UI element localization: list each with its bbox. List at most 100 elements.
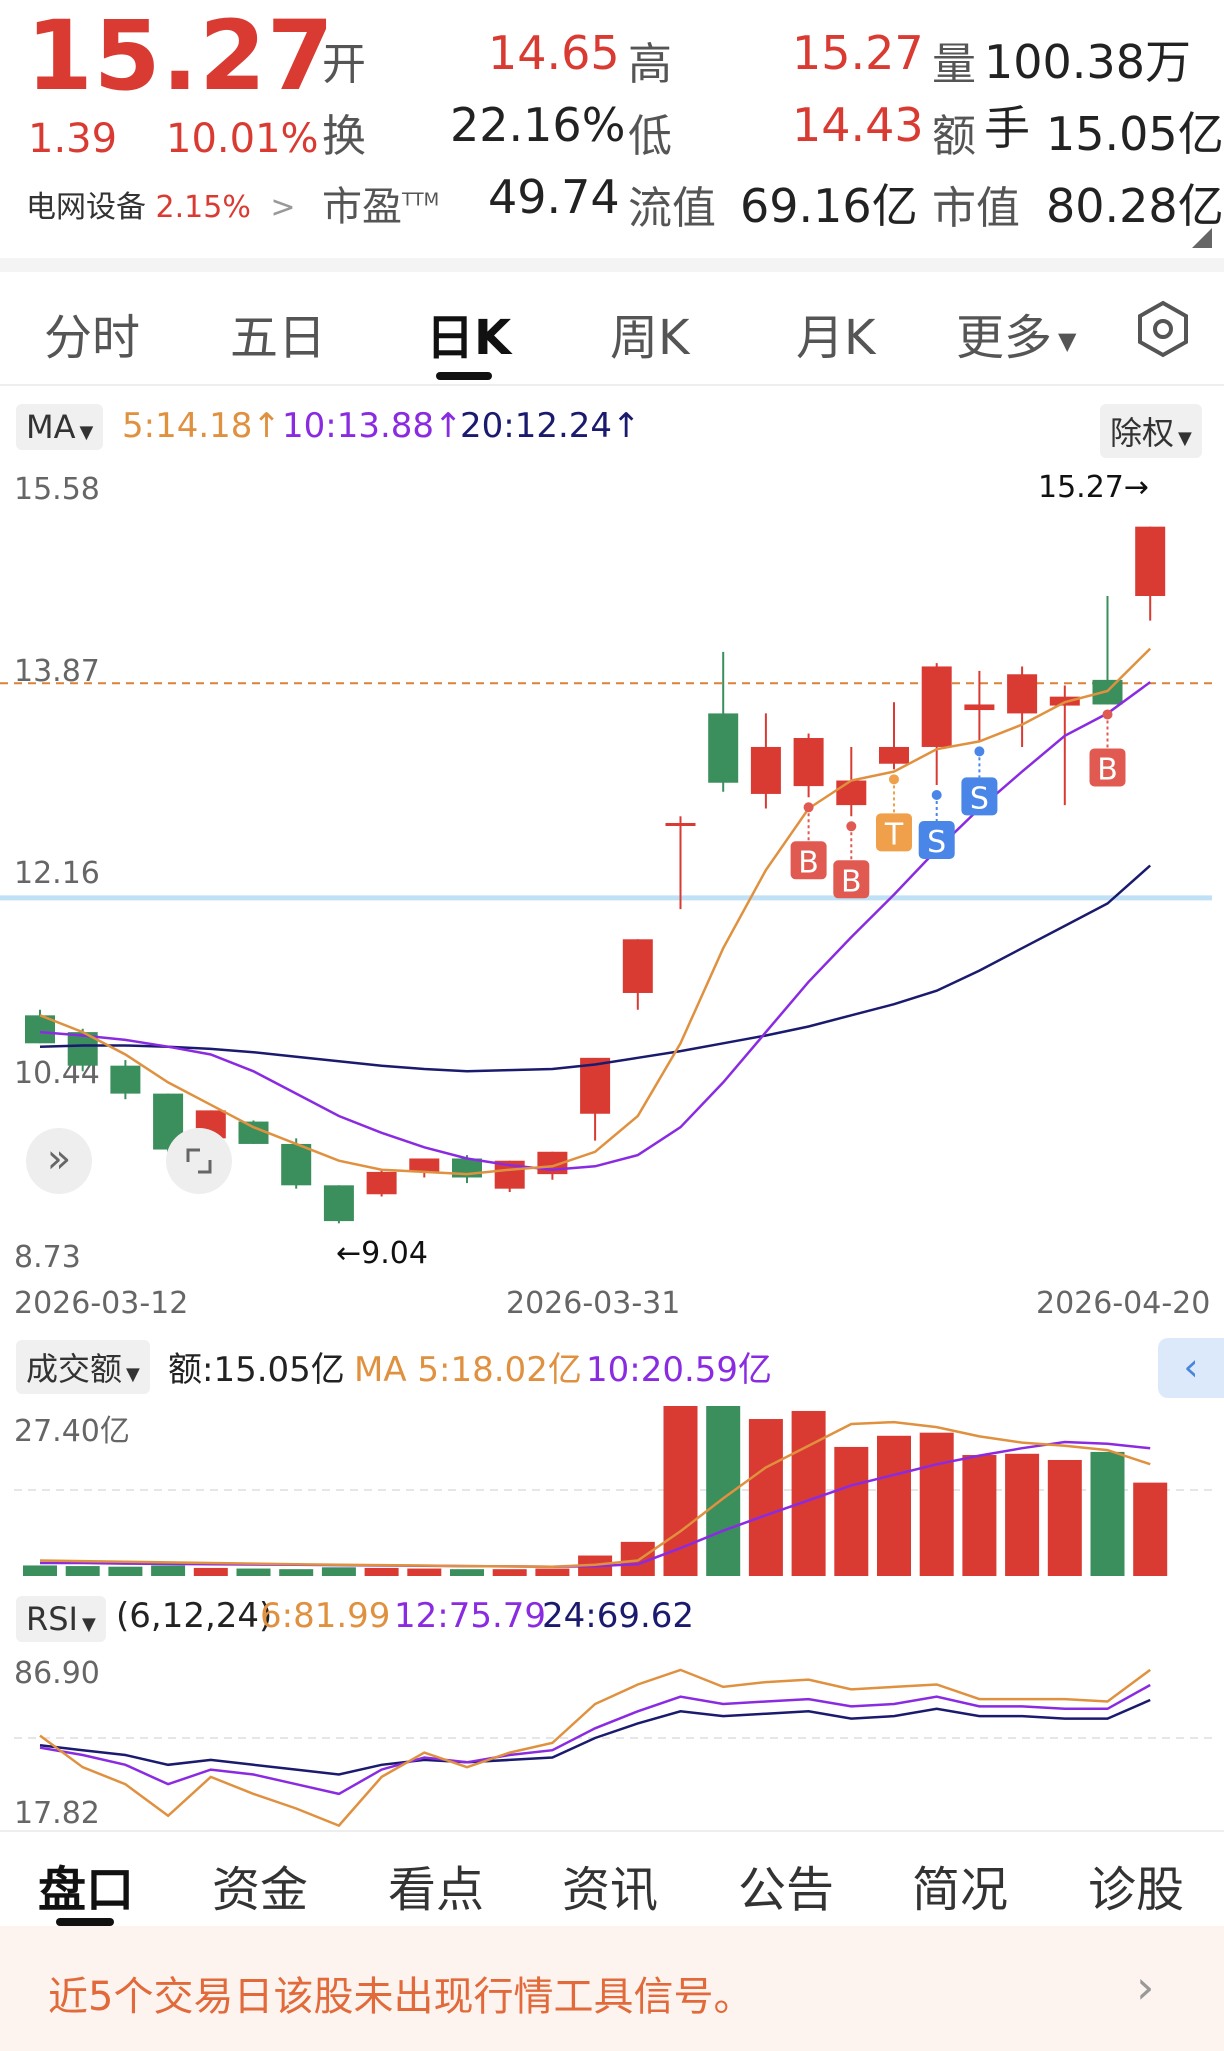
volume-ma5: MA 5:18.02亿 [354, 1350, 582, 1390]
signal-label: B [798, 845, 819, 880]
volume-bar [919, 1432, 954, 1576]
tab-news[interactable]: 资讯 [562, 1850, 658, 1920]
signal-label: S [927, 825, 946, 860]
date-axis-label: 2026-04-20 [1036, 1286, 1211, 1321]
candle-body [323, 1185, 354, 1222]
volume-bar [492, 1569, 527, 1576]
rsi12-line [39, 1683, 1151, 1796]
caret-down-icon: ▼ [126, 1364, 140, 1385]
tab-profile[interactable]: 简况 [912, 1850, 1008, 1920]
candle-body [836, 780, 867, 806]
volume-bar [748, 1419, 783, 1576]
double-chevron-right-icon[interactable]: » [26, 1128, 92, 1194]
high-label: 高 [628, 39, 672, 90]
candle-body [238, 1121, 269, 1144]
rsi6-value: 6:81.99 [260, 1596, 391, 1636]
tab-intraday[interactable]: 分时 [44, 298, 140, 368]
current-price: 15.27 [26, 0, 335, 112]
candle-body [921, 666, 952, 747]
rsi6-line [39, 1668, 1151, 1828]
volume-bar [962, 1455, 997, 1576]
volume-bar [279, 1569, 314, 1576]
tab-weekly-k[interactable]: 周K [610, 298, 689, 368]
tab-funds[interactable]: 资金 [212, 1850, 308, 1920]
ma5-value: 5:14.18↑ [122, 406, 281, 446]
expand-corner-icon[interactable] [1192, 228, 1212, 248]
signal-label: B [1097, 752, 1118, 787]
chevron-right-icon: > [270, 190, 296, 225]
tab-diagnosis[interactable]: 诊股 [1088, 1850, 1184, 1920]
tab-order-book[interactable]: 盘口 [38, 1850, 134, 1920]
fullscreen-icon[interactable] [166, 1128, 232, 1194]
volume-bar [834, 1446, 869, 1576]
divider [0, 1830, 1224, 1832]
volume-chart [14, 1406, 1212, 1576]
volume-bar [450, 1569, 484, 1576]
signal-label: B [841, 864, 862, 899]
ma10-value: 10:13.88↑ [282, 406, 463, 446]
price-change-pct: 10.01% [166, 116, 319, 162]
volume-amount: 额:15.05亿 [168, 1350, 345, 1390]
tab-monthly-k[interactable]: 月K [796, 298, 875, 368]
rsi-params: (6,12,24) [116, 1596, 273, 1636]
volume-bar [791, 1410, 826, 1576]
volume-bar [236, 1568, 271, 1576]
float-value: 69.16亿 [740, 179, 918, 233]
candle-body [409, 1158, 440, 1172]
volume-bar [108, 1566, 143, 1576]
signal-dot [889, 774, 899, 785]
caret-down-icon: ▼ [1058, 327, 1077, 355]
settings-hexagon-icon[interactable] [1134, 300, 1192, 362]
volume-bar [535, 1568, 570, 1576]
ma-selector[interactable]: MA ▼ [16, 404, 104, 450]
candle-body [879, 746, 909, 764]
volume-bar [193, 1567, 228, 1576]
volume-bar [65, 1566, 100, 1576]
volume-bar [364, 1567, 399, 1576]
ma20-value: 20:12.24↑ [460, 406, 641, 446]
rsi-indicator-selector[interactable]: RSI ▼ [16, 1596, 106, 1642]
signal-label: S [970, 781, 989, 816]
pe-label: 市盈TTM [322, 184, 440, 230]
chevron-left-icon[interactable]: ‹ [1158, 1338, 1224, 1398]
candle-body [1135, 526, 1166, 596]
price-change: 1.39 [28, 116, 118, 162]
rsi24-value: 24:69.62 [542, 1596, 695, 1636]
turnover-value: 22.16% [450, 98, 626, 152]
pe-value: 49.74 [488, 170, 620, 224]
tab-more[interactable]: 更多 ▼ [956, 298, 1076, 368]
amount-label: 额 [932, 111, 976, 162]
tab-highlights[interactable]: 看点 [388, 1850, 484, 1920]
high-value: 15.27 [792, 26, 924, 80]
sector-link[interactable]: 电网设备 2.15% > [26, 182, 296, 226]
sector-name: 电网设备 [26, 190, 146, 225]
candle-body [1007, 674, 1038, 714]
volume-bar [1005, 1453, 1040, 1576]
volume-bar [1090, 1451, 1125, 1576]
date-axis-label: 2026-03-12 [14, 1286, 189, 1321]
candle-body [366, 1171, 397, 1195]
notice-bar[interactable]: 近5个交易日该股未出现行情工具信号。 › [0, 1926, 1224, 2051]
tab-five-day[interactable]: 五日 [230, 298, 326, 368]
active-tab-indicator [56, 1918, 114, 1926]
tab-daily-k[interactable]: 日K [426, 298, 511, 368]
volume-bar [877, 1435, 911, 1576]
tab-announcements[interactable]: 公告 [738, 1850, 834, 1920]
volume-indicator-selector[interactable]: 成交额 ▼ [16, 1340, 150, 1394]
sector-pct: 2.15% [155, 190, 251, 225]
mcap-value: 80.28亿 [1046, 179, 1224, 233]
volume-bar [663, 1406, 698, 1576]
caret-down-icon: ▼ [79, 422, 94, 443]
mcap-label: 市值 [932, 183, 1020, 234]
candle-body [110, 1065, 141, 1094]
low-label: 低 [628, 111, 672, 162]
adjust-selector[interactable]: 除权 ▼ [1100, 404, 1202, 458]
turnover-label: 换 [322, 111, 366, 162]
volume-bar [407, 1568, 442, 1576]
volume-bar [321, 1567, 356, 1576]
open-value: 14.65 [488, 26, 620, 80]
candle-body [622, 939, 653, 993]
candle-body [708, 713, 739, 783]
volume-bar [151, 1565, 186, 1576]
date-axis-label: 2026-03-31 [506, 1286, 681, 1321]
